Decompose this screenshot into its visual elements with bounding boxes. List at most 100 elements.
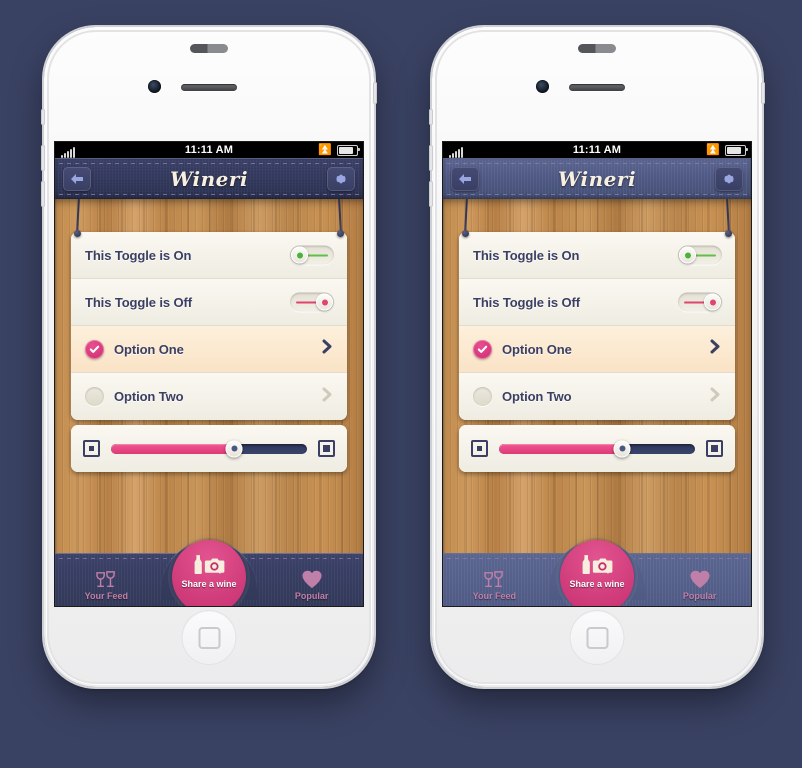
row-label: Option One (114, 341, 184, 357)
gear-icon (723, 174, 735, 184)
nail-icon (337, 230, 344, 237)
volume-up-button[interactable] (41, 145, 45, 171)
bluetooth-icon: ⏫ (318, 143, 332, 156)
proximity-sensor-icon (190, 44, 228, 53)
tab-label: Share a wine (181, 579, 237, 589)
table-row-toggle-off[interactable]: This Toggle is Off (71, 279, 347, 326)
wine-glasses-icon (96, 571, 116, 588)
bottle-camera-icon (582, 555, 613, 574)
nav-bar: Wineri (55, 158, 363, 199)
back-button[interactable] (63, 167, 91, 191)
slider-fill (499, 443, 623, 454)
table-row-toggle-off[interactable]: This Toggle is Off (459, 279, 735, 326)
table-row-toggle-on[interactable]: This Toggle is On (459, 232, 735, 279)
earpiece-speaker-icon (569, 84, 625, 91)
home-button[interactable] (181, 610, 237, 665)
front-camera-icon (536, 80, 549, 93)
table-row-option-one[interactable]: Option One (71, 326, 347, 373)
back-button[interactable] (451, 167, 479, 191)
chevron-right-icon (322, 339, 333, 359)
row-label: Option Two (502, 389, 572, 404)
chevron-right-icon (322, 387, 333, 407)
heart-icon (302, 570, 322, 589)
toggle-switch-off[interactable] (290, 292, 334, 312)
tab-share-a-wine[interactable]: Share a wine (158, 540, 261, 606)
settings-card: This Toggle is On This Toggle is Off Opt… (459, 232, 735, 420)
screen-right: 11:11 AM ⏫ Wineri This Toggle is On This… (443, 142, 751, 606)
status-bar: 11:11 AM ⏫ (443, 142, 751, 158)
table-row-option-two[interactable]: Option Two (459, 373, 735, 420)
small-square-icon[interactable] (471, 440, 488, 457)
tab-label: Your Feed (84, 591, 128, 601)
earpiece-speaker-icon (181, 84, 237, 91)
tab-popular[interactable]: Popular (648, 549, 751, 606)
check-circle-empty-icon (473, 387, 492, 406)
row-label: This Toggle is Off (85, 294, 193, 310)
table-row-toggle-on[interactable]: This Toggle is On (71, 232, 347, 279)
tab-your-feed[interactable]: Your Feed (443, 549, 546, 606)
device-iphone-right: 11:11 AM ⏫ Wineri This Toggle is On This… (429, 27, 765, 687)
tab-label: Your Feed (472, 591, 516, 601)
scene: 11:11 AM ⏫ Wineri This Toggle is On This… (0, 0, 802, 768)
hanging-string (726, 198, 730, 234)
tab-your-feed[interactable]: Your Feed (55, 549, 158, 606)
front-camera-icon (148, 80, 161, 93)
nail-icon (74, 230, 81, 237)
battery-icon (725, 144, 748, 156)
tab-label: Popular (294, 591, 329, 601)
status-time: 11:11 AM (572, 144, 622, 156)
proximity-sensor-icon (578, 44, 616, 53)
slider-handle[interactable] (225, 440, 243, 457)
small-square-icon[interactable] (83, 440, 100, 457)
volume-down-button[interactable] (41, 181, 45, 207)
device-iphone-left: 11:11 AM ⏫ Wineri This Toggle is On This… (41, 27, 377, 687)
row-label: This Toggle is On (85, 247, 192, 263)
nail-icon (725, 230, 732, 237)
row-label: This Toggle is Off (473, 294, 581, 310)
tab-label: Share a wine (569, 579, 625, 589)
share-a-wine-button[interactable]: Share a wine (172, 540, 246, 606)
hanging-string (76, 198, 80, 234)
tab-bar: Your Feed Share a wine Popular (55, 540, 363, 606)
slider-track-wrap[interactable] (111, 440, 307, 457)
slider-handle[interactable] (613, 440, 631, 457)
table-row-option-two[interactable]: Option Two (71, 373, 347, 420)
toggle-switch-on[interactable] (290, 245, 334, 265)
volume-up-button[interactable] (429, 145, 433, 171)
nav-bar: Wineri (443, 158, 751, 199)
slider-track-wrap[interactable] (499, 440, 695, 457)
slider-row (459, 425, 735, 472)
large-square-icon[interactable] (706, 440, 723, 457)
page-title: Wineri (557, 167, 637, 191)
tab-label: Popular (682, 591, 717, 601)
tab-popular[interactable]: Popular (260, 549, 363, 606)
power-button[interactable] (373, 82, 377, 104)
status-bar: 11:11 AM ⏫ (55, 142, 363, 158)
row-label: This Toggle is On (473, 247, 580, 263)
chevron-right-icon (710, 339, 721, 359)
silent-switch[interactable] (429, 109, 433, 125)
row-label: Option One (502, 341, 572, 357)
settings-card: This Toggle is On This Toggle is Off Opt… (71, 232, 347, 420)
check-circle-filled-icon (85, 339, 104, 359)
power-button[interactable] (761, 82, 765, 104)
tab-share-a-wine[interactable]: Share a wine (546, 540, 649, 606)
toggle-switch-on[interactable] (678, 245, 722, 265)
slider-card (71, 425, 347, 472)
hanging-string (464, 198, 468, 234)
settings-button[interactable] (327, 167, 355, 191)
check-circle-empty-icon (85, 387, 104, 406)
table-row-option-one[interactable]: Option One (459, 326, 735, 373)
silent-switch[interactable] (41, 109, 45, 125)
volume-down-button[interactable] (429, 181, 433, 207)
battery-icon (337, 144, 360, 156)
back-arrow-icon (71, 174, 83, 184)
hanging-string (338, 198, 342, 234)
home-button[interactable] (569, 610, 625, 665)
slider-row (71, 425, 347, 472)
share-a-wine-button[interactable]: Share a wine (560, 540, 634, 606)
slider-fill (111, 443, 235, 454)
toggle-switch-off[interactable] (678, 292, 722, 312)
settings-button[interactable] (715, 167, 743, 191)
large-square-icon[interactable] (318, 440, 335, 457)
